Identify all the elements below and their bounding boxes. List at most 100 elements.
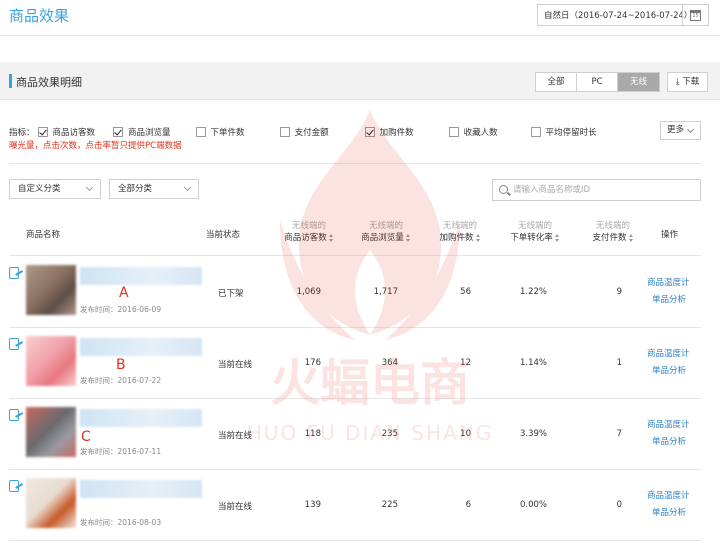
cart-cell: 6 bbox=[465, 500, 471, 510]
cart-cell: 12 bbox=[460, 358, 471, 368]
page-title: 商品效果 bbox=[9, 7, 70, 25]
tab-pc[interactable]: PC bbox=[577, 73, 618, 91]
col-views-sub: 无线端的 bbox=[368, 221, 403, 231]
views-cell: 364 bbox=[381, 358, 398, 368]
product-title-blurred[interactable] bbox=[80, 480, 202, 498]
col-cart-sub: 无线端的 bbox=[442, 221, 477, 231]
product-title-blurred[interactable] bbox=[80, 267, 202, 285]
date-range-text: 自然日（2016-07-24~2016-07-24） bbox=[544, 11, 693, 21]
download-button[interactable]: ⤓ 下载 bbox=[667, 72, 708, 92]
sort-icon[interactable] bbox=[628, 233, 634, 242]
checkbox-icon[interactable] bbox=[364, 127, 375, 137]
product-thumbnail[interactable] bbox=[26, 407, 76, 457]
channel-tabs: 全部 PC 无线 bbox=[535, 72, 660, 92]
single-item-analysis-link[interactable]: 单品分析 bbox=[652, 364, 686, 376]
single-item-analysis-link[interactable]: 单品分析 bbox=[652, 435, 686, 447]
publish-date: 发布时间：2016-07-11 bbox=[80, 447, 162, 456]
col-paid-sub: 无线端的 bbox=[595, 221, 630, 231]
checkbox-icon[interactable] bbox=[279, 127, 290, 137]
col-paid-items[interactable]: 无线端的 支付件数 bbox=[581, 220, 645, 244]
status-cell: 已下架 bbox=[218, 289, 244, 299]
chevron-down-icon bbox=[686, 125, 695, 134]
col-visitors-label: 商品访客数 bbox=[284, 233, 327, 243]
mobile-icon bbox=[9, 409, 19, 421]
checkbox-icon[interactable] bbox=[37, 127, 48, 137]
col-action: 操作 bbox=[661, 230, 679, 240]
col-visitors-sub: 无线端的 bbox=[291, 221, 326, 231]
sort-icon[interactable] bbox=[405, 233, 411, 242]
metric-views-label: 商品浏览量 bbox=[128, 128, 171, 138]
col-product-name: 商品名称 bbox=[26, 230, 61, 240]
product-title-blurred[interactable] bbox=[80, 338, 202, 356]
calendar-icon[interactable]: 15 bbox=[682, 5, 708, 25]
sort-icon[interactable] bbox=[328, 233, 334, 242]
status-cell: 当前在线 bbox=[218, 360, 253, 370]
col-views[interactable]: 无线端的 商品浏览量 bbox=[349, 220, 423, 244]
single-item-analysis-link[interactable]: 单品分析 bbox=[652, 506, 686, 518]
product-thumbnail[interactable] bbox=[26, 336, 76, 386]
product-thermometer-link[interactable]: 商品温度计 bbox=[647, 489, 690, 501]
visitors-cell: 176 bbox=[304, 358, 321, 368]
metric-order-items[interactable]: 下单件数 bbox=[195, 126, 245, 138]
conversion-cell: 1.14% bbox=[519, 358, 547, 368]
col-conversion[interactable]: 无线端的 下单转化率 bbox=[500, 220, 570, 244]
status-cell: 当前在线 bbox=[218, 431, 253, 441]
single-item-analysis-link[interactable]: 单品分析 bbox=[652, 293, 686, 305]
checkbox-icon[interactable] bbox=[530, 127, 541, 137]
sort-icon[interactable] bbox=[475, 233, 481, 242]
col-paid-label: 支付件数 bbox=[592, 233, 627, 243]
col-cart-label: 加购件数 bbox=[439, 233, 474, 243]
annotation-marker: C bbox=[81, 429, 91, 445]
product-thumbnail[interactable] bbox=[26, 265, 76, 315]
conversion-cell: 3.39% bbox=[519, 429, 547, 439]
search-icon[interactable] bbox=[499, 185, 508, 194]
mobile-icon bbox=[9, 267, 19, 279]
checkbox-icon[interactable] bbox=[113, 127, 124, 137]
col-conversion-sub: 无线端的 bbox=[517, 221, 552, 231]
cart-cell: 10 bbox=[460, 429, 471, 439]
tab-wireless[interactable]: 无线 bbox=[618, 73, 659, 91]
publish-date: 发布时间：2016-08-03 bbox=[80, 518, 162, 527]
search-input[interactable] bbox=[513, 183, 693, 197]
product-thermometer-link[interactable]: 商品温度计 bbox=[647, 418, 690, 430]
product-thumbnail[interactable] bbox=[26, 478, 76, 528]
product-thermometer-link[interactable]: 商品温度计 bbox=[647, 276, 690, 288]
section-header: 商品效果明细 全部 PC 无线 ⤓ 下载 bbox=[0, 62, 720, 100]
conversion-cell: 0.00% bbox=[519, 500, 547, 510]
col-status: 当前状态 bbox=[206, 230, 241, 240]
paid-cell: 1 bbox=[616, 358, 622, 368]
metric-views[interactable]: 商品浏览量 bbox=[113, 126, 171, 138]
metric-favorites-label: 收藏人数 bbox=[463, 128, 498, 138]
product-title-blurred[interactable] bbox=[80, 409, 202, 427]
metric-visitors[interactable]: 商品访客数 bbox=[37, 126, 96, 138]
product-thermometer-link[interactable]: 商品温度计 bbox=[647, 347, 690, 359]
download-label: 下载 bbox=[682, 77, 700, 87]
metric-add-to-cart[interactable]: 加购件数 bbox=[364, 126, 414, 138]
col-add-to-cart[interactable]: 无线端的 加购件数 bbox=[430, 220, 490, 244]
cart-cell: 56 bbox=[460, 287, 471, 297]
conversion-cell: 1.22% bbox=[519, 287, 547, 297]
chevron-down-icon bbox=[183, 183, 192, 192]
custom-category-select[interactable]: 自定义分类 bbox=[9, 179, 101, 199]
metric-favorites[interactable]: 收藏人数 bbox=[448, 126, 498, 138]
more-label: 更多 bbox=[667, 125, 685, 135]
col-visitors[interactable]: 无线端的 商品访客数 bbox=[272, 220, 346, 244]
paid-cell: 9 bbox=[616, 287, 622, 297]
sort-icon[interactable] bbox=[554, 233, 560, 242]
pc-only-notice: 曝光量，点击次数，点击率暂只提供PC端数据 bbox=[9, 141, 182, 151]
checkbox-icon[interactable] bbox=[448, 127, 459, 137]
date-range-picker[interactable]: 自然日（2016-07-24~2016-07-24） 15 bbox=[537, 4, 709, 26]
all-category-select[interactable]: 全部分类 bbox=[109, 179, 199, 199]
top-bar: 商品效果 自然日（2016-07-24~2016-07-24） 15 bbox=[0, 0, 720, 36]
more-metrics-button[interactable]: 更多 bbox=[660, 121, 701, 140]
metric-payment-amount[interactable]: 支付金额 bbox=[279, 126, 329, 138]
all-category-value: 全部分类 bbox=[118, 184, 153, 194]
chevron-down-icon bbox=[85, 183, 94, 192]
tab-all[interactable]: 全部 bbox=[536, 73, 577, 91]
paid-cell: 7 bbox=[616, 429, 622, 439]
visitors-cell: 139 bbox=[304, 500, 321, 510]
metric-avg-stay[interactable]: 平均停留时长 bbox=[530, 126, 597, 138]
mobile-icon bbox=[9, 480, 19, 492]
metric-visitors-label: 商品访客数 bbox=[52, 128, 96, 138]
checkbox-icon[interactable] bbox=[195, 127, 206, 137]
